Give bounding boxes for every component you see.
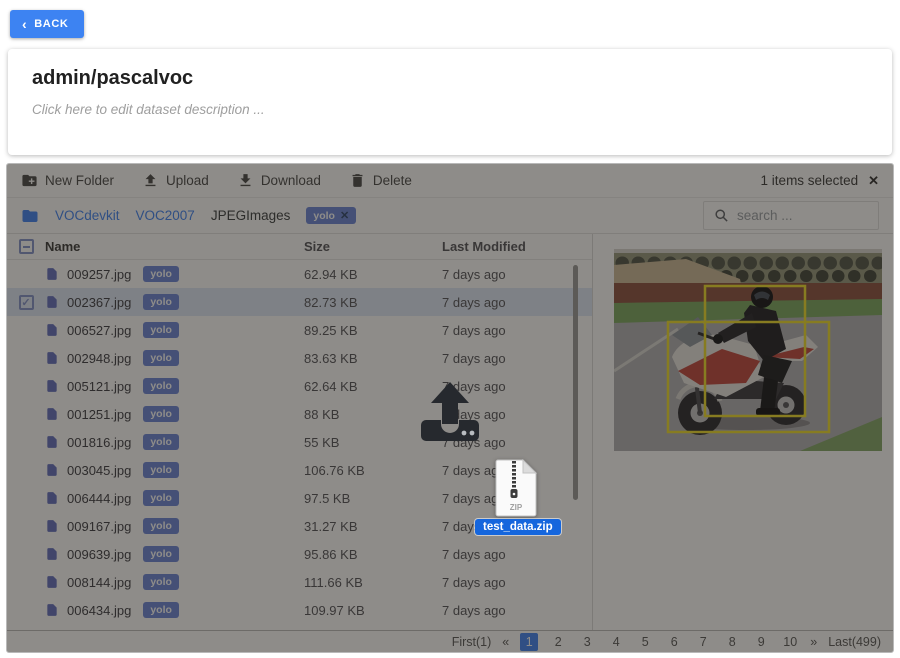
chevron-left-icon: ‹ [22, 17, 27, 31]
file-manager-panel: New Folder Upload Download Delete 1 item… [6, 163, 894, 653]
dragged-zip-file-icon[interactable]: ZIP [494, 459, 538, 517]
back-button-label: BACK [34, 18, 68, 30]
dragged-file-name[interactable]: test_data.zip [475, 519, 561, 535]
back-button[interactable]: ‹ BACK [10, 10, 84, 38]
zip-type-label: ZIP [510, 503, 523, 512]
dataset-description-placeholder[interactable]: Click here to edit dataset description .… [32, 102, 868, 117]
screen: ‹ BACK admin/pascalvoc Click here to edi… [0, 0, 900, 658]
dataset-card: admin/pascalvoc Click here to edit datas… [8, 49, 892, 155]
dataset-title: admin/pascalvoc [32, 67, 868, 90]
drop-upload-icon [417, 380, 483, 442]
